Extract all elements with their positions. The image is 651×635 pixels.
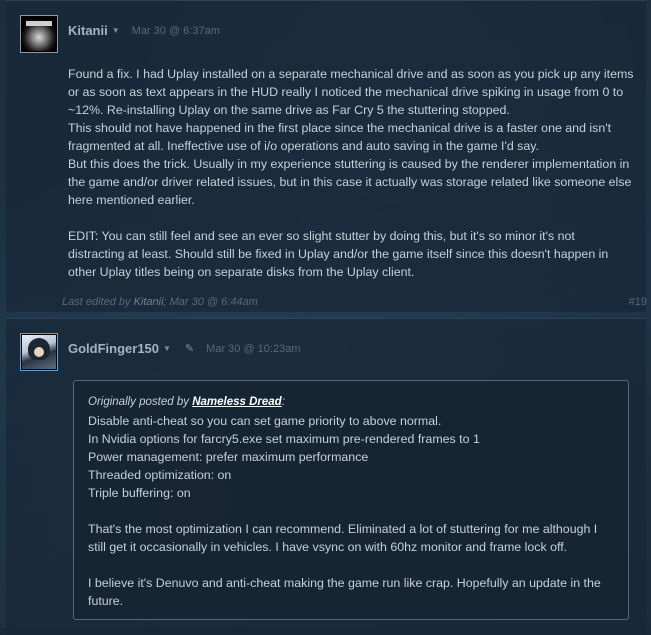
quote-paragraph: That's the most optimization I can recom…	[88, 522, 598, 554]
forum-post: Kitanii ▼ Mar 30 @ 6:37am Found a fix. I…	[6, 0, 646, 312]
chevron-down-icon[interactable]: ▼	[163, 344, 171, 353]
edit-notice: Last edited by Kitanii; Mar 30 @ 6:44am	[62, 296, 258, 308]
quote-line: In Nvidia options for farcry5.exe set ma…	[88, 432, 480, 446]
pencil-icon: ✎	[184, 343, 195, 355]
avatar[interactable]	[20, 15, 58, 53]
post-paragraph: Found a fix. I had Uplay installed on a …	[68, 67, 634, 207]
post-header: GoldFinger150 ▼ ✎ Mar 30 @ 10:23am	[68, 341, 301, 356]
post-paragraph: EDIT: You can still feel and see an ever…	[68, 229, 609, 279]
avatar[interactable]	[20, 333, 58, 371]
author-name[interactable]: Kitanii	[68, 23, 108, 38]
avatar-image	[22, 335, 56, 369]
quote-line: Triple buffering: on	[88, 486, 191, 500]
author-name[interactable]: GoldFinger150	[68, 341, 159, 356]
post-timestamp: Mar 30 @ 6:37am	[131, 24, 220, 37]
chevron-down-icon[interactable]: ▼	[112, 26, 120, 35]
post-timestamp: Mar 30 @ 10:23am	[206, 342, 301, 355]
quote-attribution: Originally posted by Nameless Dread:	[88, 396, 285, 408]
post-body: Found a fix. I had Uplay installed on a …	[68, 65, 634, 299]
quote-paragraph: I believe it's Denuvo and anti-cheat mak…	[88, 576, 601, 608]
quote-line: Disable anti-cheat so you can set game p…	[88, 414, 442, 428]
quote-line: Threaded optimization: on	[88, 468, 232, 482]
avatar-image	[22, 17, 56, 51]
quote-line: Power management: prefer maximum perform…	[88, 450, 369, 464]
post-number-link[interactable]: #19	[629, 296, 647, 308]
quote-block: Originally posted by Nameless Dread: Dis…	[73, 380, 629, 620]
post-header: Kitanii ▼ Mar 30 @ 6:37am	[68, 23, 220, 38]
edited-by-link[interactable]: Kitanii	[134, 296, 164, 308]
quote-source-link[interactable]: Nameless Dread	[192, 396, 282, 408]
